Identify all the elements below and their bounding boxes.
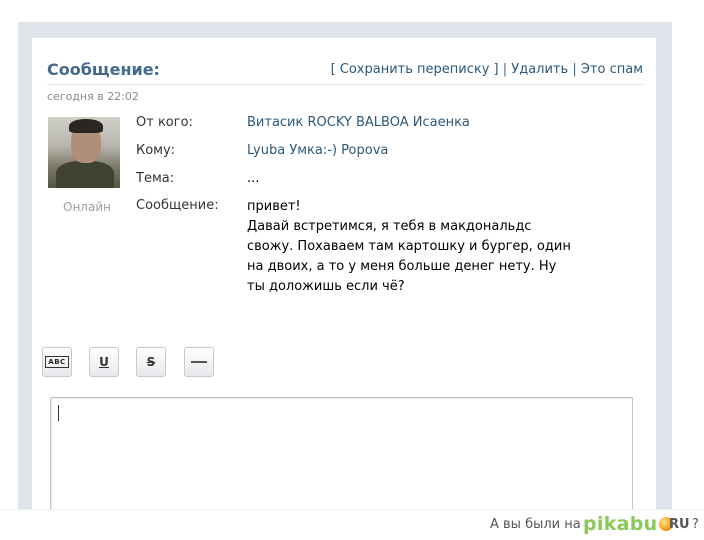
strikethrough-button[interactable]: S [136, 347, 166, 377]
spellcheck-button[interactable]: ABC [42, 347, 72, 377]
horizontal-line-icon [191, 361, 207, 363]
online-status: Онлайн [63, 200, 111, 214]
from-value-link[interactable]: Витасик ROCKY BALBOA Исаенка [247, 115, 470, 130]
avatar-body-shape [56, 161, 114, 188]
message-date: сегодня в 22:02 [47, 90, 139, 103]
header-actions: [ Сохранить переписку ] | Удалить | Это … [331, 62, 643, 77]
text-caret [58, 405, 59, 421]
message-line: ты доложишь если чё? [247, 279, 405, 294]
delete-link[interactable]: Удалить [511, 62, 568, 77]
message-line: на двоих, а то у меня больше денег нету.… [247, 259, 557, 274]
spam-link[interactable]: Это спам [581, 62, 643, 77]
strikethrough-icon: S [146, 355, 156, 369]
watermark-footer: А вы были на pikabu RU ? [0, 509, 704, 540]
save-conversation-link[interactable]: [ Сохранить переписку ] [331, 62, 499, 77]
abc-icon: ABC [45, 356, 69, 368]
underline-button[interactable]: U [89, 347, 119, 377]
pikabu-logo-text: pikabu [583, 513, 658, 535]
avatar[interactable] [48, 117, 120, 188]
horizontal-line-button[interactable] [184, 347, 214, 377]
underline-icon: U [99, 355, 109, 369]
page-title: Сообщение: [47, 60, 160, 79]
separator: | [502, 62, 508, 77]
message-line: привет! [247, 199, 301, 214]
footer-text: А вы были на [490, 517, 581, 532]
to-label: Кому: [136, 143, 176, 158]
pikabu-suffix: RU [669, 517, 690, 532]
message-line: Давай встретимся, я тебя в макдональдс [247, 219, 532, 234]
to-value-link[interactable]: Lyuba Умка:-) Popova [247, 143, 388, 158]
subject-value: ... [247, 171, 260, 186]
message-label: Сообщение: [136, 198, 219, 213]
message-header: Сообщение: [ Сохранить переписку ] | Уда… [47, 58, 643, 85]
footer-question: ? [692, 517, 699, 532]
message-body: привет! Давай встретимся, я тебя в макдо… [247, 197, 597, 297]
avatar-hair-shape [69, 119, 103, 133]
subject-label: Тема: [136, 171, 175, 186]
pikabu-logo[interactable]: pikabu [583, 513, 673, 535]
separator: | [572, 62, 577, 77]
message-line: свожу. Похаваем там картошку и бургер, о… [247, 239, 571, 254]
from-label: От кого: [136, 115, 193, 130]
reply-textarea[interactable] [50, 397, 633, 517]
